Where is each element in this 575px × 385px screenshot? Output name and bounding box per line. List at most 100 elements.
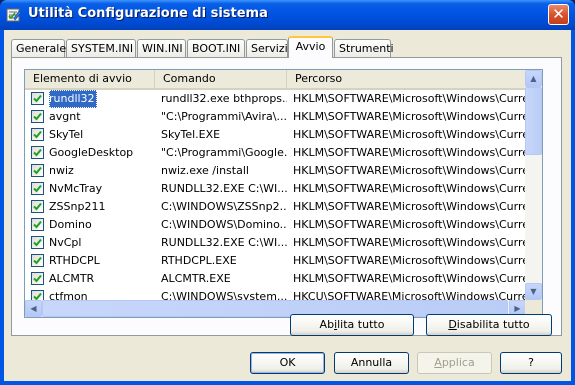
checkmark-icon [33,184,42,193]
startup-item-command: "C:\Programmi\Avira\... [161,110,287,123]
startup-item-name: NvCpl [49,236,82,249]
title-bar[interactable]: Utilità Configurazione di sistema ✕ [0,0,575,30]
checkmark-icon [33,238,42,247]
startup-item-command: RUNDLL32.EXE C:\WI... [161,182,287,195]
checkmark-icon [33,94,42,103]
close-icon: ✕ [552,5,565,23]
checkmark-icon [33,202,42,211]
startup-item-path: HKLM\SOFTWARE\Microsoft\Windows\CurrentV… [293,218,526,231]
startup-item-name: RTHDCPL [49,254,100,267]
dialog-window: Utilità Configurazione di sistema ✕ Gene… [0,0,575,385]
startup-item-name: ALCMTR [49,272,95,285]
startup-item-path: HKLM\SOFTWARE\Microsoft\Windows\CurrentV… [293,200,526,213]
startup-item-name: Domino [49,218,92,231]
ok-button[interactable]: OK [250,352,325,374]
chevron-right-icon: ▶ [514,304,521,313]
startup-item-path: HKLM\SOFTWARE\Microsoft\Windows\CurrentV… [293,182,526,195]
startup-item-checkbox[interactable] [31,236,44,249]
enable-all-button[interactable]: Abilita tutto [290,314,414,336]
tab-generale[interactable]: Generale [11,39,66,57]
startup-item-path: HKLM\SOFTWARE\Microsoft\Windows\CurrentV… [293,236,526,249]
help-button[interactable]: ? [500,352,562,374]
list-item[interactable]: NvCpl RUNDLL32.EXE C:\WI... HKLM\SOFTWARE\… [25,234,526,252]
startup-item-name: avgnt [49,110,81,123]
window-title: Utilità Configurazione di sistema [28,6,268,21]
startup-item-path: HKLM\SOFTWARE\Microsoft\Windows\CurrentV… [293,128,526,141]
cancel-button[interactable]: Annulla [334,352,409,374]
startup-item-checkbox[interactable] [31,218,44,231]
list-item[interactable]: ALCMTR ALCMTR.EXE HKLM\SOFTWARE\Microsoft\… [25,270,526,288]
vertical-scroll-thumb[interactable] [525,87,542,155]
apply-label-rest: pplica [441,356,475,369]
startup-item-command: RUNDLL32.EXE C:\WI... [161,236,287,249]
tab-avvio[interactable]: Avvio [288,36,333,58]
scroll-down-button[interactable]: ▼ [525,283,542,300]
startup-item-checkbox[interactable] [31,146,44,159]
chevron-down-icon: ▼ [530,287,537,296]
apply-accelerator: A [434,356,442,369]
startup-item-checkbox[interactable] [31,164,44,177]
list-item[interactable]: GoogleDesktop "C:\Programmi\Google... HKLM… [25,144,526,162]
startup-list[interactable]: Elemento di avvio Comando Percorso rundl… [24,69,543,318]
tab-boot-ini[interactable]: BOOT.INI [187,39,245,57]
apply-button[interactable]: Applica [417,352,492,374]
close-button[interactable]: ✕ [548,4,569,25]
scroll-left-button[interactable]: ◀ [25,300,42,317]
startup-item-command: RTHDCPL.EXE [161,254,237,267]
list-item[interactable]: Domino C:\WINDOWS\Domino... HKLM\SOFTWARE\… [25,216,526,234]
list-item[interactable]: nwiz nwiz.exe /install HKLM\SOFTWARE\Micro… [25,162,526,180]
column-header-command[interactable]: Comando [155,70,287,88]
tab-system-ini[interactable]: SYSTEM.INI [66,39,136,57]
startup-item-command: nwiz.exe /install [161,164,249,177]
list-item[interactable]: ZSSnp211 C:\WINDOWS\ZSSnp2... HKLM\SOFTWAR… [25,198,526,216]
checkmark-icon [33,274,42,283]
startup-item-checkbox[interactable] [31,110,44,123]
list-item[interactable]: rundll32 rundll32.exe bthprops.... HKLM\SO… [25,90,526,108]
list-item[interactable]: NvMcTray RUNDLL32.EXE C:\WI... HKLM\SOFTWA… [25,180,526,198]
enable-all-label-rest: lita tutto [337,318,385,331]
list-header: Elemento di avvio Comando Percorso [25,70,526,90]
checkmark-icon [33,220,42,229]
startup-item-checkbox[interactable] [31,272,44,285]
disable-all-button[interactable]: Disabilita tutto [426,314,552,336]
startup-item-checkbox[interactable] [31,92,44,105]
startup-item-path: HKLM\SOFTWARE\Microsoft\Windows\CurrentV… [293,164,526,177]
startup-item-checkbox[interactable] [31,200,44,213]
msconfig-icon [6,8,22,22]
tab-win-ini[interactable]: WIN.INI [137,39,186,57]
startup-item-checkbox[interactable] [31,254,44,267]
startup-item-name: nwiz [49,164,74,177]
checkmark-icon [33,130,42,139]
scroll-up-button[interactable]: ▲ [525,70,542,87]
disable-all-accelerator: D [448,318,457,331]
tab-strumenti[interactable]: Strumenti [334,39,394,57]
startup-item-command: C:\WINDOWS\Domino... [161,218,287,231]
startup-item-name: rundll32 [49,90,97,108]
checkmark-icon [33,166,42,175]
enable-all-label-part: Ab [319,318,335,331]
disable-all-label-rest: isabilita tutto [456,318,530,331]
list-item[interactable]: avgnt "C:\Programmi\Avira\... HKLM\SOFTWAR… [25,108,526,126]
startup-item-command: C:\WINDOWS\ZSSnp2... [161,200,287,213]
vertical-scrollbar[interactable]: ▲ ▼ [525,70,542,300]
startup-item-checkbox[interactable] [31,128,44,141]
list-item[interactable]: RTHDCPL RTHDCPL.EXE HKLM\SOFTWARE\Microsof… [25,252,526,270]
chevron-up-icon: ▲ [530,74,537,83]
chevron-left-icon: ◀ [30,304,37,313]
column-header-path[interactable]: Percorso [287,70,526,88]
startup-item-command: ALCMTR.EXE [161,272,231,285]
dialog-client-area: Generale SYSTEM.INI WIN.INI BOOT.INI Ser… [4,30,571,381]
checkmark-icon [33,148,42,157]
checkmark-icon [33,112,42,121]
startup-item-path: HKLM\SOFTWARE\Microsoft\Windows\CurrentV… [293,110,526,123]
list-item[interactable]: SkyTel SkyTel.EXE HKLM\SOFTWARE\Microsoft\… [25,126,526,144]
column-header-startup-item[interactable]: Elemento di avvio [25,70,155,88]
startup-item-checkbox[interactable] [31,182,44,195]
startup-tab-panel: Elemento di avvio Comando Percorso rundl… [11,57,562,336]
tab-servizi[interactable]: Servizi [246,39,288,57]
list-rows: rundll32 rundll32.exe bthprops.... HKLM\SO… [25,90,526,306]
startup-item-name: ZSSnp211 [49,200,106,213]
startup-item-name: NvMcTray [49,182,103,195]
startup-item-path: HKLM\SOFTWARE\Microsoft\Windows\CurrentV… [293,254,526,267]
startup-item-name: SkyTel [49,128,84,141]
